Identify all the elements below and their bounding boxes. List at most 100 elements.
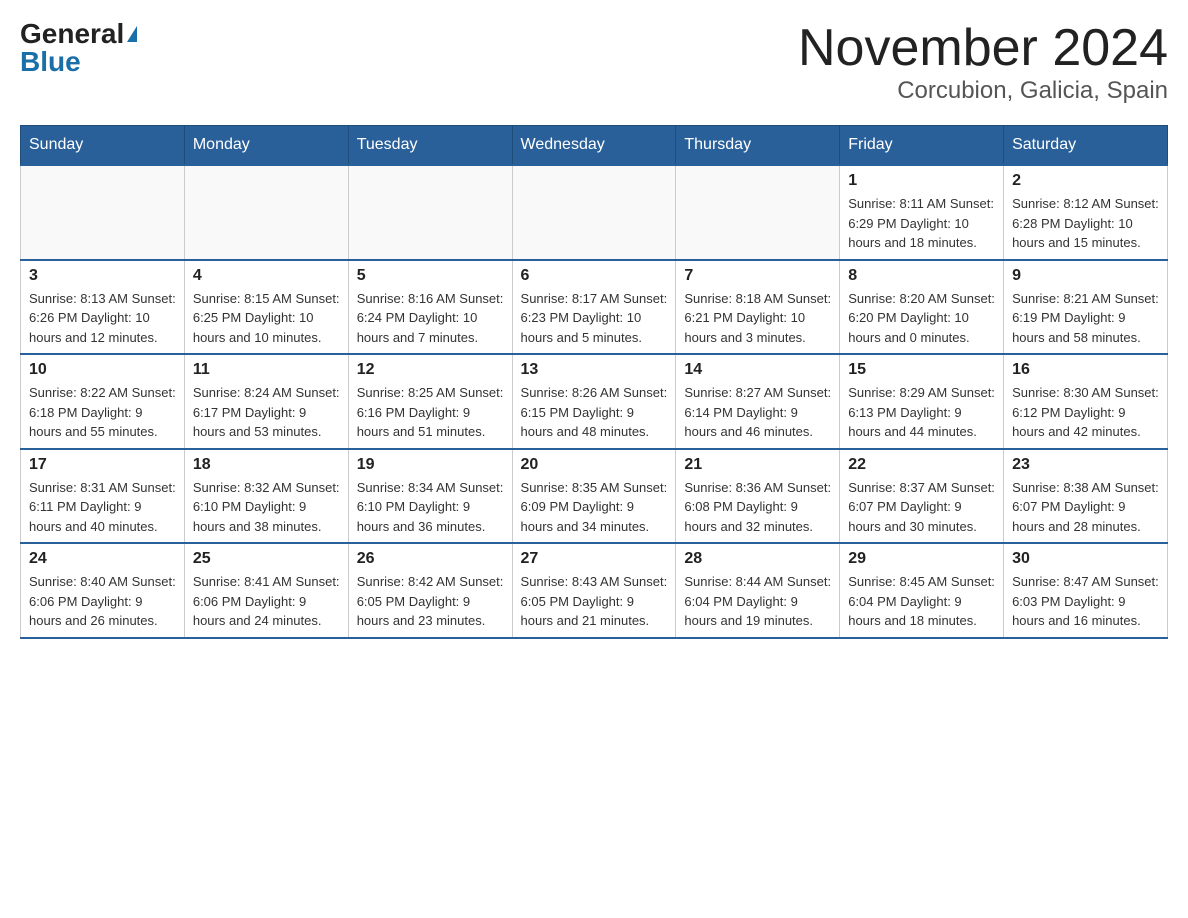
table-row: 22 Sunrise: 8:37 AM Sunset: 6:07 PM Dayli… [840, 449, 1004, 544]
day-info: Sunrise: 8:34 AM Sunset: 6:10 PM Dayligh… [357, 478, 504, 537]
day-info: Sunrise: 8:11 AM Sunset: 6:29 PM Dayligh… [848, 194, 995, 253]
day-info: Sunrise: 8:25 AM Sunset: 6:16 PM Dayligh… [357, 383, 504, 442]
table-row: 3 Sunrise: 8:13 AM Sunset: 6:26 PM Daylig… [21, 260, 185, 355]
table-row: 29 Sunrise: 8:45 AM Sunset: 6:04 PM Dayli… [840, 543, 1004, 638]
header-sunday: Sunday [21, 126, 185, 166]
header-friday: Friday [840, 126, 1004, 166]
day-number: 10 [29, 361, 176, 379]
day-info: Sunrise: 8:41 AM Sunset: 6:06 PM Dayligh… [193, 572, 340, 631]
day-info: Sunrise: 8:20 AM Sunset: 6:20 PM Dayligh… [848, 289, 995, 348]
day-info: Sunrise: 8:24 AM Sunset: 6:17 PM Dayligh… [193, 383, 340, 442]
day-info: Sunrise: 8:22 AM Sunset: 6:18 PM Dayligh… [29, 383, 176, 442]
day-info: Sunrise: 8:42 AM Sunset: 6:05 PM Dayligh… [357, 572, 504, 631]
table-row: 12 Sunrise: 8:25 AM Sunset: 6:16 PM Dayli… [348, 354, 512, 449]
day-number: 25 [193, 550, 340, 568]
calendar-week-row: 10 Sunrise: 8:22 AM Sunset: 6:18 PM Dayli… [21, 354, 1168, 449]
calendar-week-row: 3 Sunrise: 8:13 AM Sunset: 6:26 PM Daylig… [21, 260, 1168, 355]
header-tuesday: Tuesday [348, 126, 512, 166]
table-row: 7 Sunrise: 8:18 AM Sunset: 6:21 PM Daylig… [676, 260, 840, 355]
header-saturday: Saturday [1004, 126, 1168, 166]
day-info: Sunrise: 8:44 AM Sunset: 6:04 PM Dayligh… [684, 572, 831, 631]
table-row: 24 Sunrise: 8:40 AM Sunset: 6:06 PM Dayli… [21, 543, 185, 638]
table-row: 6 Sunrise: 8:17 AM Sunset: 6:23 PM Daylig… [512, 260, 676, 355]
table-row: 28 Sunrise: 8:44 AM Sunset: 6:04 PM Dayli… [676, 543, 840, 638]
header-wednesday: Wednesday [512, 126, 676, 166]
calendar-week-row: 1 Sunrise: 8:11 AM Sunset: 6:29 PM Daylig… [21, 165, 1168, 260]
weekday-header-row: Sunday Monday Tuesday Wednesday Thursday… [21, 126, 1168, 166]
day-info: Sunrise: 8:32 AM Sunset: 6:10 PM Dayligh… [193, 478, 340, 537]
table-row: 18Sunrise: 8:32 AM Sunset: 6:10 PM Dayli… [184, 449, 348, 544]
day-info: Sunrise: 8:15 AM Sunset: 6:25 PM Dayligh… [193, 289, 340, 348]
day-number: 7 [684, 267, 831, 285]
day-number: 11 [193, 361, 340, 379]
table-row: 13Sunrise: 8:26 AM Sunset: 6:15 PM Dayli… [512, 354, 676, 449]
table-row: 26 Sunrise: 8:42 AM Sunset: 6:05 PM Dayli… [348, 543, 512, 638]
calendar-table: Sunday Monday Tuesday Wednesday Thursday… [20, 125, 1168, 639]
day-info: Sunrise: 8:13 AM Sunset: 6:26 PM Dayligh… [29, 289, 176, 348]
table-row: 14 Sunrise: 8:27 AM Sunset: 6:14 PM Dayli… [676, 354, 840, 449]
day-info: Sunrise: 8:35 AM Sunset: 6:09 PM Dayligh… [521, 478, 668, 537]
day-number: 5 [357, 267, 504, 285]
day-number: 16 [1012, 361, 1159, 379]
table-row: 30 Sunrise: 8:47 AM Sunset: 6:03 PM Dayli… [1004, 543, 1168, 638]
day-number: 27 [521, 550, 668, 568]
table-row: 10 Sunrise: 8:22 AM Sunset: 6:18 PM Dayli… [21, 354, 185, 449]
day-number: 15 [848, 361, 995, 379]
table-row [184, 165, 348, 260]
table-row [348, 165, 512, 260]
day-info: Sunrise: 8:45 AM Sunset: 6:04 PM Dayligh… [848, 572, 995, 631]
day-number: 20 [521, 456, 668, 474]
day-number: 29 [848, 550, 995, 568]
table-row: 1 Sunrise: 8:11 AM Sunset: 6:29 PM Daylig… [840, 165, 1004, 260]
logo-general-text: General [20, 20, 124, 48]
day-number: 6 [521, 267, 668, 285]
day-number: 17 [29, 456, 176, 474]
table-row: 8 Sunrise: 8:20 AM Sunset: 6:20 PM Daylig… [840, 260, 1004, 355]
day-info: Sunrise: 8:21 AM Sunset: 6:19 PM Dayligh… [1012, 289, 1159, 348]
table-row: 17 Sunrise: 8:31 AM Sunset: 6:11 PM Dayli… [21, 449, 185, 544]
table-row: 5Sunrise: 8:16 AM Sunset: 6:24 PM Daylig… [348, 260, 512, 355]
day-info: Sunrise: 8:47 AM Sunset: 6:03 PM Dayligh… [1012, 572, 1159, 631]
logo-blue-text: Blue [20, 48, 81, 76]
table-row [676, 165, 840, 260]
day-info: Sunrise: 8:40 AM Sunset: 6:06 PM Dayligh… [29, 572, 176, 631]
day-number: 19 [357, 456, 504, 474]
logo: General Blue [20, 20, 137, 76]
table-row: 19 Sunrise: 8:34 AM Sunset: 6:10 PM Dayli… [348, 449, 512, 544]
day-number: 8 [848, 267, 995, 285]
day-number: 14 [684, 361, 831, 379]
day-info: Sunrise: 8:37 AM Sunset: 6:07 PM Dayligh… [848, 478, 995, 537]
day-info: Sunrise: 8:17 AM Sunset: 6:23 PM Dayligh… [521, 289, 668, 348]
calendar-week-row: 17 Sunrise: 8:31 AM Sunset: 6:11 PM Dayli… [21, 449, 1168, 544]
day-number: 26 [357, 550, 504, 568]
table-row: 27 Sunrise: 8:43 AM Sunset: 6:05 PM Dayli… [512, 543, 676, 638]
day-info: Sunrise: 8:27 AM Sunset: 6:14 PM Dayligh… [684, 383, 831, 442]
day-number: 23 [1012, 456, 1159, 474]
day-number: 21 [684, 456, 831, 474]
day-number: 22 [848, 456, 995, 474]
day-number: 30 [1012, 550, 1159, 568]
day-number: 12 [357, 361, 504, 379]
table-row: 15Sunrise: 8:29 AM Sunset: 6:13 PM Dayli… [840, 354, 1004, 449]
table-row [21, 165, 185, 260]
day-number: 4 [193, 267, 340, 285]
title-block: November 2024 Corcubion, Galicia, Spain [798, 20, 1168, 105]
page-header: General Blue November 2024 Corcubion, Ga… [20, 20, 1168, 105]
table-row: 9Sunrise: 8:21 AM Sunset: 6:19 PM Daylig… [1004, 260, 1168, 355]
day-info: Sunrise: 8:18 AM Sunset: 6:21 PM Dayligh… [684, 289, 831, 348]
table-row: 25 Sunrise: 8:41 AM Sunset: 6:06 PM Dayli… [184, 543, 348, 638]
day-number: 2 [1012, 172, 1159, 190]
table-row: 20 Sunrise: 8:35 AM Sunset: 6:09 PM Dayli… [512, 449, 676, 544]
day-number: 24 [29, 550, 176, 568]
day-info: Sunrise: 8:31 AM Sunset: 6:11 PM Dayligh… [29, 478, 176, 537]
table-row: 2Sunrise: 8:12 AM Sunset: 6:28 PM Daylig… [1004, 165, 1168, 260]
calendar-subtitle: Corcubion, Galicia, Spain [798, 77, 1168, 105]
day-info: Sunrise: 8:30 AM Sunset: 6:12 PM Dayligh… [1012, 383, 1159, 442]
day-info: Sunrise: 8:43 AM Sunset: 6:05 PM Dayligh… [521, 572, 668, 631]
day-number: 13 [521, 361, 668, 379]
day-number: 28 [684, 550, 831, 568]
header-thursday: Thursday [676, 126, 840, 166]
day-number: 3 [29, 267, 176, 285]
day-number: 1 [848, 172, 995, 190]
header-monday: Monday [184, 126, 348, 166]
